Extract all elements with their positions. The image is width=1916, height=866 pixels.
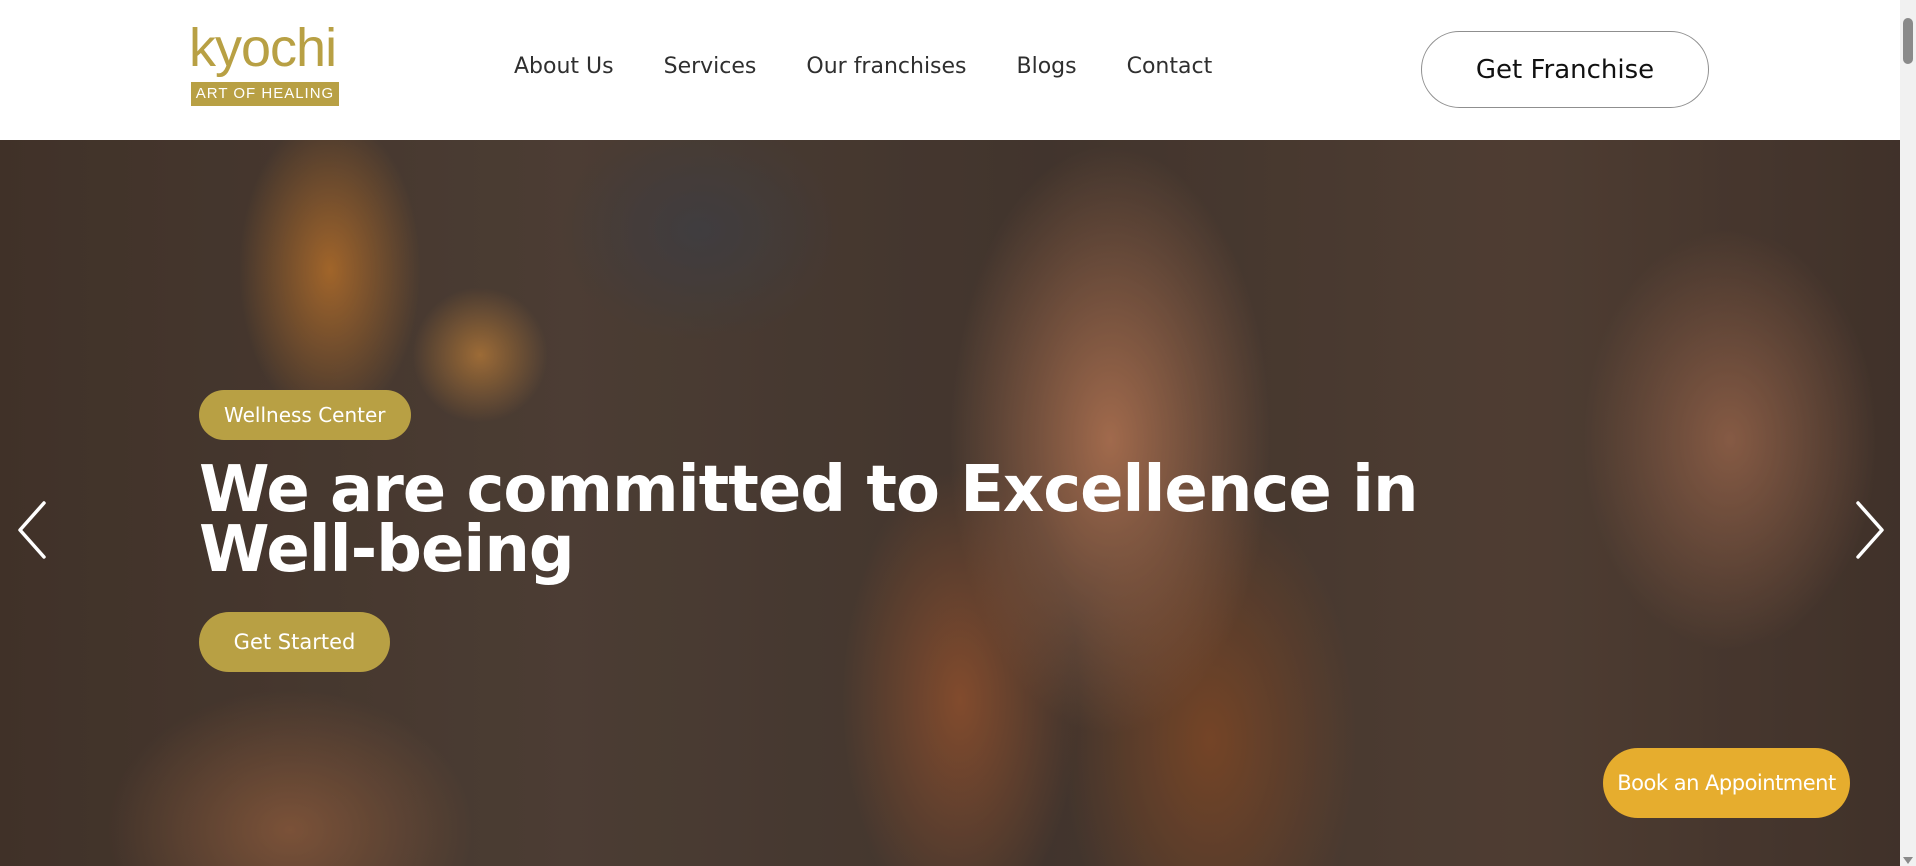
hero-content: Wellness Center We are committed to Exce… xyxy=(199,390,1419,672)
chevron-left-icon xyxy=(18,501,46,559)
slider-next-button[interactable] xyxy=(1842,495,1898,565)
logo-tagline: ART OF HEALING xyxy=(191,82,339,106)
nav-item-about-us[interactable]: About Us xyxy=(514,54,614,79)
site-header: kyochi ART OF HEALING About Us Services … xyxy=(0,0,1900,140)
chevron-right-icon xyxy=(1856,501,1884,559)
logo[interactable]: kyochi ART OF HEALING xyxy=(189,21,341,107)
nav-item-services[interactable]: Services xyxy=(664,54,757,79)
hero-slider: Wellness Center We are committed to Exce… xyxy=(0,140,1900,866)
nav-item-our-franchises[interactable]: Our franchises xyxy=(806,54,966,79)
slider-prev-button[interactable] xyxy=(4,495,60,565)
scrollbar-thumb[interactable] xyxy=(1903,18,1913,64)
nav-item-contact[interactable]: Contact xyxy=(1127,54,1213,79)
hero-title: We are committed to Excellence in Well-b… xyxy=(199,453,1419,587)
get-franchise-button[interactable]: Get Franchise xyxy=(1421,31,1709,108)
book-appointment-button[interactable]: Book an Appointment xyxy=(1603,748,1850,818)
main-nav: About Us Services Our franchises Blogs C… xyxy=(514,54,1212,79)
logo-wordmark: kyochi xyxy=(189,18,337,78)
scroll-down-arrow-icon[interactable] xyxy=(1903,857,1913,864)
hero-badge: Wellness Center xyxy=(199,390,411,440)
page-scrollbar[interactable] xyxy=(1900,0,1916,866)
nav-item-blogs[interactable]: Blogs xyxy=(1017,54,1077,79)
page: kyochi ART OF HEALING About Us Services … xyxy=(0,0,1916,866)
get-started-button[interactable]: Get Started xyxy=(199,612,390,672)
